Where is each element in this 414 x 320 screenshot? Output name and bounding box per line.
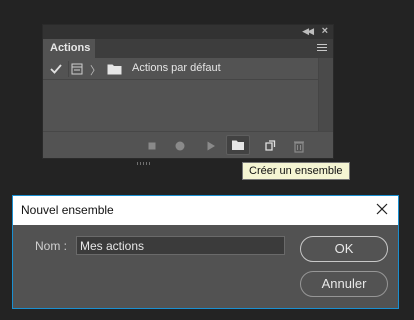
new-set-dialog: Nouvel ensemble Nom : OK Annuler [12,195,399,309]
expand-chevron-icon[interactable]: 〉 [90,62,101,78]
panel-bottom-toolbar [43,131,333,158]
action-set-row[interactable]: 〉 Actions par défaut [43,58,319,80]
close-icon[interactable]: × [322,25,328,37]
new-action-icon[interactable] [262,138,278,154]
cancel-button[interactable]: Annuler [300,271,388,297]
stop-icon[interactable] [144,138,160,154]
panel-resize-grip[interactable] [137,156,151,168]
actions-list: 〉 Actions par défaut [43,58,319,131]
panel-tab-bar: Actions [43,39,333,58]
action-set-label: Actions par défaut [132,62,221,74]
tab-actions[interactable]: Actions [43,39,95,58]
dialog-titlebar: Nouvel ensemble [13,196,398,225]
panel-top-bar: ◀◀ × [43,25,333,39]
name-label: Nom : [35,239,68,253]
close-icon[interactable] [375,202,389,216]
play-icon[interactable] [203,138,219,154]
name-input[interactable] [76,236,285,255]
ok-button[interactable]: OK [300,236,388,262]
panel-menu-icon[interactable] [317,44,327,52]
folder-icon [107,63,122,78]
delete-icon[interactable] [291,138,307,154]
collapse-icon[interactable]: ◀◀ [302,26,314,37]
checkmark-icon[interactable] [48,61,64,77]
record-icon[interactable] [172,138,188,154]
actions-panel: ◀◀ × Actions 〉 Actions par défaut [42,24,334,159]
list-scrollbar[interactable] [318,58,333,131]
new-set-folder-icon[interactable] [226,135,250,155]
dialog-title: Nouvel ensemble [21,203,114,217]
tooltip: Créer un ensemble [242,162,350,180]
dialog-toggle-icon[interactable] [68,61,83,77]
